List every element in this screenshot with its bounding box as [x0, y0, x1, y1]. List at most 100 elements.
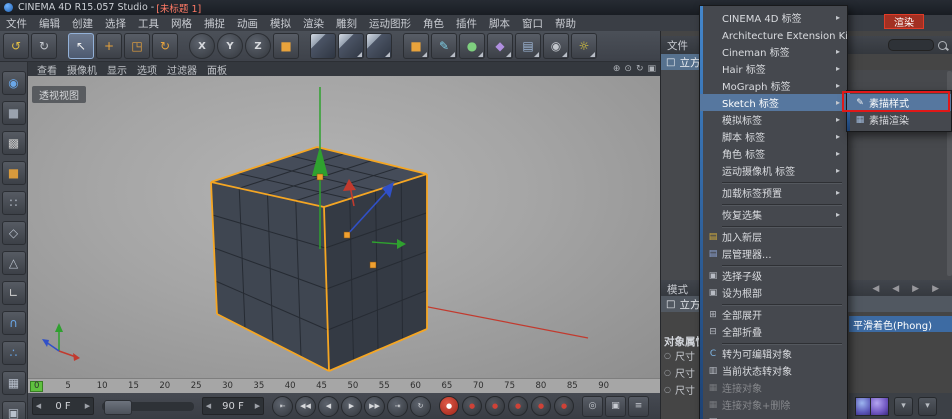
undo-icon[interactable]: ↺ — [3, 33, 29, 59]
history-forward-icon[interactable]: ▶ — [912, 284, 919, 294]
zoom-view-icon[interactable]: ⊙ — [624, 64, 632, 74]
workplane-mode-icon[interactable]: ■ — [1, 161, 26, 185]
menubar-item[interactable]: 渲染 — [297, 15, 330, 31]
search-input[interactable] — [888, 39, 934, 51]
menu-item-make-editable[interactable]: C 转为可编辑对象 — [700, 345, 847, 362]
menubar-item[interactable]: 编辑 — [33, 15, 66, 31]
current-frame-spinner[interactable]: 0 F — [32, 397, 94, 415]
menu-item-architecture-tags[interactable]: Architecture Extension Kit 标签 — [700, 26, 847, 43]
menu-item-motion-camera-tags[interactable]: 运动摄像机 标签 — [700, 162, 847, 179]
menu-item-load-tag-preset[interactable]: 加载标签预置 — [700, 184, 847, 201]
object-search[interactable] — [888, 39, 947, 51]
previous-frame-button[interactable]: ◀ — [318, 395, 339, 417]
viewport-canvas[interactable]: 透视视图 — [28, 76, 660, 378]
lock-workplane-icon[interactable]: ▣ — [1, 401, 26, 419]
timeline-ruler[interactable]: 0 5 10 15 20 25 30 35 40 45 50 55 60 65 70 75 80 85 90 — [28, 378, 660, 393]
end-frame-value[interactable]: 90 F — [214, 401, 252, 412]
environment-icon[interactable]: ▤ — [515, 33, 541, 59]
viewport-menu-item[interactable]: 摄像机 — [62, 62, 102, 77]
menubar-item[interactable]: 工具 — [132, 15, 165, 31]
menubar-item[interactable]: 运动图形 — [363, 15, 417, 31]
edge-mode-icon[interactable]: ◇ — [1, 221, 26, 245]
primitive-cube-icon[interactable]: ■ — [403, 33, 429, 59]
record-rotation-button[interactable]: ● — [508, 396, 528, 416]
toolbar-separator[interactable] — [59, 34, 66, 58]
menubar-item[interactable]: 选择 — [99, 15, 132, 31]
menu-item-script-tags[interactable]: 脚本 标签 — [700, 128, 847, 145]
timeline-zoom-slider[interactable] — [102, 399, 194, 415]
record-pla-button[interactable]: ● — [554, 396, 574, 416]
texture-mode-icon[interactable]: ▩ — [1, 131, 26, 155]
toggle-view-icon[interactable]: ▣ — [647, 64, 656, 74]
snap-magnet-icon[interactable]: ∩ — [1, 311, 26, 335]
timeline-zoom-handle[interactable] — [104, 399, 132, 415]
polygon-mode-icon[interactable]: △ — [1, 251, 26, 275]
render-view-icon[interactable] — [310, 33, 336, 59]
y-axis-lock-icon[interactable]: Y — [217, 33, 243, 59]
frame-decrement-icon[interactable] — [33, 398, 44, 414]
point-mode-icon[interactable]: ∷ — [1, 191, 26, 215]
menubar-item[interactable]: 网格 — [165, 15, 198, 31]
menu-item-add-to-new-layer[interactable]: ▤ 加入新层 — [700, 228, 847, 245]
menubar-item[interactable]: 模拟 — [264, 15, 297, 31]
menu-item-partial[interactable]: ▣ — [700, 413, 847, 419]
camera-icon[interactable]: ◉ — [543, 33, 569, 59]
viewport-menu-item[interactable]: 面板 — [202, 62, 232, 77]
history-back-icon[interactable]: ◀ — [872, 284, 879, 294]
menu-item-layer-manager[interactable]: ▤ 层管理器... — [700, 245, 847, 262]
play-button[interactable]: ▶ — [341, 395, 362, 417]
menu-item-mograph-tags[interactable]: MoGraph 标签 — [700, 77, 847, 94]
menubar-item[interactable]: 插件 — [450, 15, 483, 31]
view-label[interactable]: 透视视图 — [32, 86, 86, 103]
menubar-item[interactable]: 角色 — [417, 15, 450, 31]
menubar-item[interactable]: 脚本 — [483, 15, 516, 31]
quantize-icon[interactable]: ∴ — [1, 341, 26, 365]
menu-item-hair-tags[interactable]: Hair 标签 — [700, 60, 847, 77]
end-frame-decrement-icon[interactable] — [203, 398, 214, 414]
rotate-view-icon[interactable]: ↻ — [636, 64, 644, 74]
spline-pen-icon[interactable]: ✎ — [431, 33, 457, 59]
menu-item-character-tags[interactable]: 角色 标签 — [700, 145, 847, 162]
render-label[interactable]: 渲染 — [884, 14, 924, 29]
menu-item-select-children[interactable]: ▣ 选择子级 — [700, 267, 847, 284]
grid-snap-icon[interactable]: ▦ — [1, 371, 26, 395]
loop-button[interactable]: ↻ — [410, 395, 431, 417]
menu-item-set-as-root[interactable]: ▣ 设为根部 — [700, 284, 847, 301]
menubar-item[interactable]: 创建 — [66, 15, 99, 31]
submenu-item-sketch-render[interactable]: ▦ 素描渲染 — [847, 111, 951, 128]
menu-item-fold-all[interactable]: ⊟ 全部折叠 — [700, 323, 847, 340]
menu-item-simulation-tags[interactable]: 模拟标签 — [700, 111, 847, 128]
toolbar-separator[interactable] — [301, 34, 308, 58]
toolbar-separator[interactable] — [394, 34, 401, 58]
viewport-menu-item[interactable]: 显示 — [102, 62, 132, 77]
attribute-manager-menu[interactable]: 模式 — [667, 282, 688, 297]
material-swatch[interactable] — [870, 396, 889, 416]
record-keyframe-button[interactable]: ● — [439, 396, 459, 416]
keyframe-dot-icon[interactable] — [664, 350, 671, 361]
previous-key-button[interactable]: ◀◀ — [295, 395, 316, 417]
axis-modification-icon[interactable]: ∟ — [1, 281, 26, 305]
pan-view-icon[interactable]: ⊕ — [613, 64, 621, 74]
menu-item-connect-objects[interactable]: ▦ 连接对象 — [700, 379, 847, 396]
menubar-item[interactable]: 动画 — [231, 15, 264, 31]
history-back2-icon[interactable]: ◀ — [892, 284, 899, 294]
live-selection-icon[interactable]: ↖ — [68, 33, 94, 59]
render-settings-icon[interactable] — [366, 33, 392, 59]
keyframe-dot-icon[interactable] — [664, 367, 671, 378]
menubar-item[interactable]: 捕捉 — [198, 15, 231, 31]
record-parameter-button[interactable]: ● — [531, 396, 551, 416]
current-frame-value[interactable]: 0 F — [44, 401, 82, 412]
go-to-end-button[interactable]: ⇥ — [387, 395, 408, 417]
rotate-tool-icon[interactable]: ↻ — [152, 33, 178, 59]
keyframe-dot-icon[interactable] — [664, 384, 671, 395]
autokey-button[interactable]: ◎ — [582, 395, 603, 417]
next-frame-button[interactable]: ▶▶ — [364, 395, 385, 417]
viewport-menu-item[interactable]: 选项 — [132, 62, 162, 77]
deformers-icon[interactable]: ◆ — [487, 33, 513, 59]
object-manager-menu[interactable]: 文件 — [667, 38, 688, 53]
make-editable-icon[interactable]: ◉ — [1, 71, 26, 95]
menubar-item[interactable]: 窗口 — [516, 15, 549, 31]
move-tool-icon[interactable]: + — [96, 33, 122, 59]
history-forward2-icon[interactable]: ▶ — [932, 284, 939, 294]
render-picture-viewer-icon[interactable] — [338, 33, 364, 59]
